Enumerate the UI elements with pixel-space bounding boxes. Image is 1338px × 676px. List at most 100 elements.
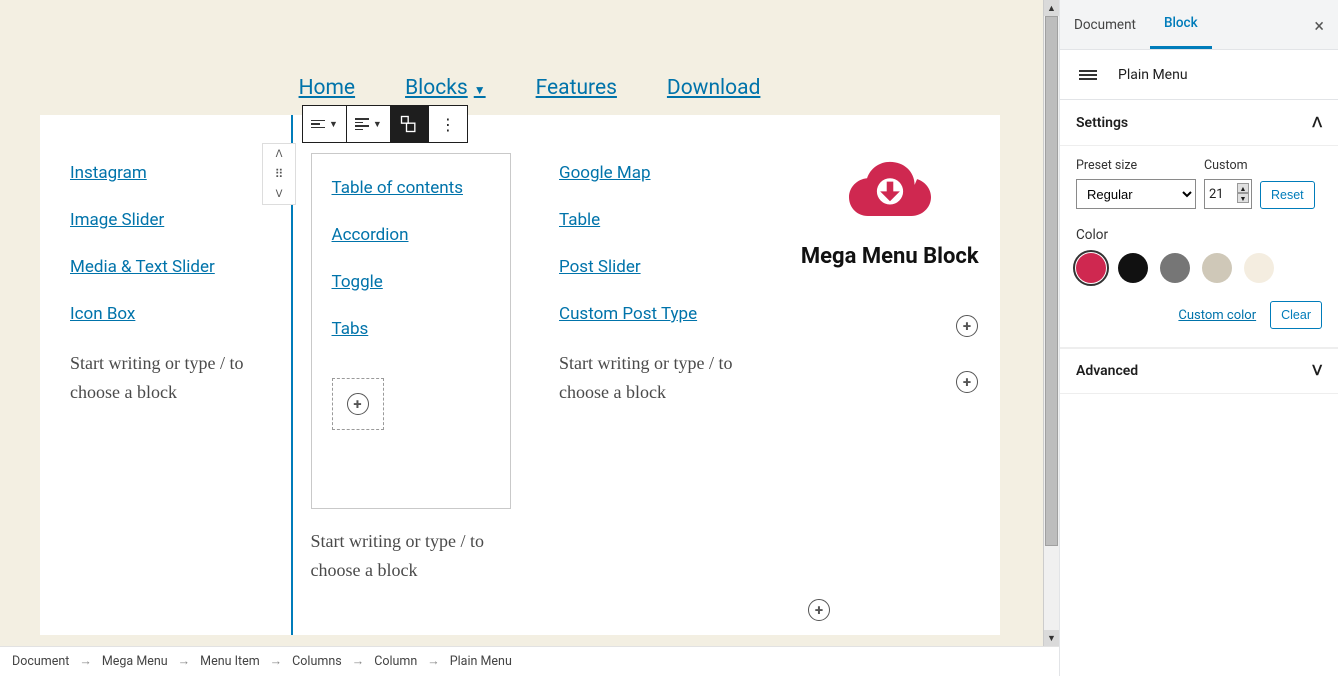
column-2-selected[interactable]: Table of contents Accordion Toggle Tabs … <box>291 115 530 635</box>
link-accordion[interactable]: Accordion <box>332 227 409 244</box>
align-left-toggle[interactable]: ▼ <box>303 106 347 142</box>
color-label: Color <box>1076 227 1108 243</box>
text-align-toggle[interactable]: ▼ <box>347 106 391 142</box>
column-3-links: Google Map Table Post Slider Custom Post… <box>559 165 760 353</box>
move-up-button[interactable]: ᐱ <box>263 144 295 164</box>
panel-advanced-title: Advanced <box>1076 363 1138 379</box>
top-nav: Home Blocks ▼ Features Download <box>0 76 1059 100</box>
placeholder-text-col2[interactable]: Start writing or type / to choose a bloc… <box>311 527 512 585</box>
chevron-down-icon: ᐯ <box>1312 363 1322 379</box>
link-instagram[interactable]: Instagram <box>70 165 147 182</box>
link-media-text-slider[interactable]: Media & Text Slider <box>70 259 215 276</box>
panel-advanced-toggle[interactable]: Advanced ᐯ <box>1060 348 1338 394</box>
layout-icon <box>399 114 419 134</box>
more-options-button[interactable]: ⋮ <box>429 106 467 142</box>
swatch-1[interactable] <box>1076 253 1106 283</box>
link-tabs[interactable]: Tabs <box>332 321 369 338</box>
spinner-up[interactable]: ▲ <box>1237 183 1249 193</box>
swatch-4[interactable] <box>1202 253 1232 283</box>
column-2-links: Table of contents Accordion Toggle Tabs <box>332 180 511 368</box>
crumb-columns[interactable]: Columns <box>292 654 342 669</box>
custom-color-link[interactable]: Custom color <box>1178 308 1256 323</box>
add-block-inline-2[interactable]: + <box>956 371 978 393</box>
custom-size-value: 21 <box>1209 187 1224 202</box>
add-block-bottom[interactable]: + <box>808 599 830 621</box>
breadcrumb-separator: → <box>79 654 92 669</box>
breadcrumb-separator: → <box>427 654 440 669</box>
scrollbar-thumb[interactable] <box>1045 16 1058 546</box>
vertical-scrollbar[interactable]: ▲ ▼ <box>1043 0 1059 646</box>
panel-settings-title: Settings <box>1076 115 1128 131</box>
link-table[interactable]: Table <box>559 212 600 229</box>
nav-home[interactable]: Home <box>299 76 356 100</box>
drag-handle[interactable]: ⠿ <box>263 164 295 184</box>
link-image-slider[interactable]: Image Slider <box>70 212 164 229</box>
link-custom-post-type[interactable]: Custom Post Type <box>559 306 697 323</box>
clear-color-button[interactable]: Clear <box>1270 301 1322 329</box>
link-google-map[interactable]: Google Map <box>559 165 651 182</box>
column-3: Google Map Table Post Slider Custom Post… <box>529 115 780 635</box>
add-block-inline-1[interactable]: + <box>956 315 978 337</box>
block-type-button[interactable] <box>391 106 429 142</box>
preset-size-label: Preset size <box>1076 158 1196 173</box>
editor-canvas: Home Blocks ▼ Features Download ▼ ▼ ⋮ ᐱ ⠿ <box>0 0 1059 646</box>
mega-menu-panel: Instagram Image Slider Media & Text Slid… <box>40 115 1000 635</box>
breadcrumb-separator: → <box>352 654 365 669</box>
chevron-down-icon: ▼ <box>329 119 338 130</box>
nav-blocks[interactable]: Blocks ▼ <box>405 76 486 100</box>
close-sidebar-button[interactable]: × <box>1314 16 1324 37</box>
crumb-menu-item[interactable]: Menu Item <box>200 654 260 669</box>
text-align-left-icon <box>355 118 369 130</box>
column-2-block: Table of contents Accordion Toggle Tabs … <box>311 153 512 509</box>
link-icon-box[interactable]: Icon Box <box>70 306 135 323</box>
reset-size-button[interactable]: Reset <box>1260 181 1315 209</box>
block-name-label: Plain Menu <box>1118 67 1188 83</box>
panel-settings-toggle[interactable]: Settings ᐱ <box>1060 100 1338 146</box>
preset-size-select[interactable]: Regular <box>1076 179 1196 209</box>
tab-document[interactable]: Document <box>1060 0 1150 49</box>
link-toggle[interactable]: Toggle <box>332 274 383 291</box>
menu-icon <box>1076 70 1100 80</box>
swatch-2[interactable] <box>1118 253 1148 283</box>
block-mover: ᐱ ⠿ ᐯ <box>262 143 296 205</box>
plus-circle-icon: + <box>347 393 369 415</box>
column-1: Instagram Image Slider Media & Text Slid… <box>40 115 291 635</box>
block-identity-row: Plain Menu <box>1060 50 1338 100</box>
nav-download[interactable]: Download <box>667 76 761 100</box>
chevron-down-icon: ▼ <box>373 119 382 130</box>
settings-sidebar: Document Block × Plain Menu Settings ᐱ P… <box>1059 0 1338 676</box>
crumb-mega-menu[interactable]: Mega Menu <box>102 654 168 669</box>
crumb-column[interactable]: Column <box>374 654 417 669</box>
swatch-3[interactable] <box>1160 253 1190 283</box>
custom-size-label: Custom <box>1204 158 1252 173</box>
nav-features[interactable]: Features <box>536 76 617 100</box>
tab-block[interactable]: Block <box>1150 0 1212 49</box>
column-1-links: Instagram Image Slider Media & Text Slid… <box>70 165 271 353</box>
number-spinner: ▲ ▼ <box>1237 183 1249 203</box>
swatch-5[interactable] <box>1244 253 1274 283</box>
breadcrumb-separator: → <box>178 654 191 669</box>
align-left-icon <box>311 120 325 129</box>
mega-menu-title: Mega Menu Block <box>801 244 979 269</box>
link-toc[interactable]: Table of contents <box>332 180 463 197</box>
placeholder-text-col1[interactable]: Start writing or type / to choose a bloc… <box>70 349 271 407</box>
sidebar-tabs: Document Block × <box>1060 0 1338 50</box>
scrollbar-down-arrow[interactable]: ▼ <box>1044 630 1059 646</box>
panel-settings-body: Preset size Regular Custom 21 ▲ ▼ Reset … <box>1060 146 1338 348</box>
scrollbar-up-arrow[interactable]: ▲ <box>1044 0 1059 16</box>
nav-blocks-label: Blocks <box>405 76 468 100</box>
cloud-download-icon <box>849 160 931 222</box>
color-swatches <box>1076 253 1322 283</box>
chevron-up-icon: ᐱ <box>1312 115 1322 131</box>
custom-size-input[interactable]: 21 ▲ ▼ <box>1204 179 1252 209</box>
crumb-document[interactable]: Document <box>12 654 69 669</box>
placeholder-text-col3[interactable]: Start writing or type / to choose a bloc… <box>559 349 760 407</box>
move-down-button[interactable]: ᐯ <box>263 184 295 204</box>
crumb-plain-menu[interactable]: Plain Menu <box>450 654 512 669</box>
column-4: Mega Menu Block + + <box>780 115 1001 635</box>
chevron-down-icon: ▼ <box>474 83 486 97</box>
add-block-button[interactable]: + <box>332 378 384 430</box>
block-toolbar: ▼ ▼ ⋮ <box>302 105 468 143</box>
spinner-down[interactable]: ▼ <box>1237 193 1249 203</box>
link-post-slider[interactable]: Post Slider <box>559 259 641 276</box>
